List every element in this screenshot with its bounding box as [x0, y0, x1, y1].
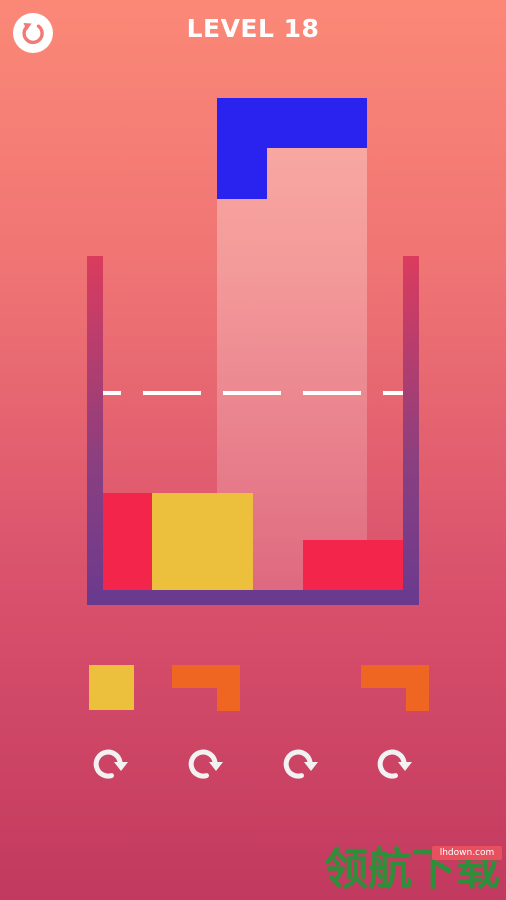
rotate-clockwise-icon	[283, 749, 318, 779]
placed-block-red-tall	[103, 493, 153, 590]
rotate-clockwise-icon	[93, 749, 128, 779]
rotate-clockwise-icon	[188, 749, 223, 779]
level-title: LEVEL 18	[186, 14, 320, 43]
rotate-button-2[interactable]	[185, 744, 225, 784]
rotate-button-1[interactable]	[90, 744, 130, 784]
placed-block-yellow	[152, 493, 253, 590]
placed-block-red-short	[303, 540, 403, 590]
falling-piece[interactable]	[217, 98, 367, 199]
tray-piece-orange-l-2[interactable]	[361, 665, 429, 711]
cup-floor	[87, 590, 419, 605]
game-screen: LEVEL 18 领航下载 lhdown.com	[0, 0, 506, 900]
tray-piece-orange-l[interactable]	[172, 665, 240, 711]
rotate-button-4[interactable]	[374, 744, 414, 784]
cup-right-wall	[403, 256, 419, 605]
tray-piece-yellow-square[interactable]	[89, 665, 134, 710]
target-height-line	[103, 391, 403, 395]
watermark-url: lhdown.com	[432, 846, 502, 860]
rotate-button-3[interactable]	[280, 744, 320, 784]
rotate-clockwise-icon	[377, 749, 412, 779]
cup-left-wall	[87, 256, 103, 605]
